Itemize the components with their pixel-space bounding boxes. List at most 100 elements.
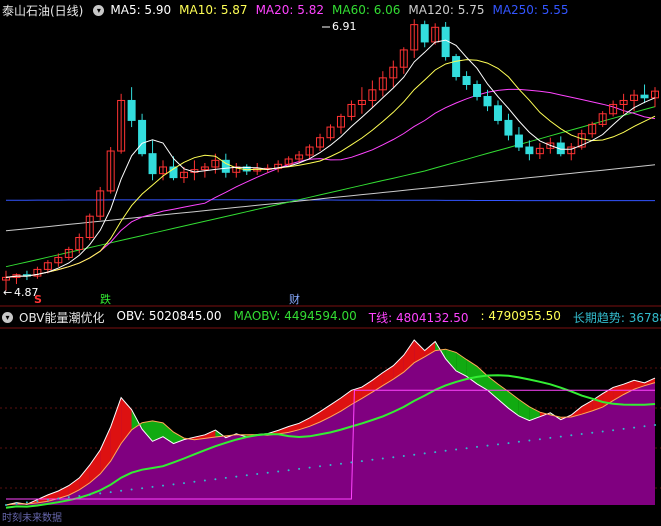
candle (473, 80, 482, 101)
candle (462, 71, 471, 90)
cai-signal-label: 财 (289, 292, 300, 306)
obv-band (173, 432, 184, 444)
obv-band (456, 352, 467, 377)
trend-dot (423, 452, 426, 455)
trend-dot (183, 482, 185, 485)
candle (232, 162, 241, 178)
obv-band (560, 415, 572, 420)
trend-dot (465, 447, 468, 450)
obv-band (529, 406, 540, 421)
candle (514, 127, 523, 152)
trend-dot (88, 493, 91, 496)
candlestick-chart: 6.91 4.87 ← S 跌 财 (0, 19, 661, 307)
obv-band (215, 430, 226, 438)
obv-band (110, 397, 122, 462)
obv-legend-item: : 4790955.50 (480, 308, 561, 323)
candle (619, 93, 628, 114)
candle (263, 164, 272, 173)
trend-dot (455, 448, 458, 451)
trend-dot (235, 475, 238, 478)
obv-band (508, 391, 519, 416)
trend-dot (5, 504, 7, 506)
candle (336, 113, 345, 134)
trend-dot (413, 453, 416, 456)
obv-smooth-line (5, 348, 656, 506)
obv-band (330, 397, 341, 417)
trend-dot (141, 487, 144, 490)
trend-dot (266, 471, 269, 474)
candle (399, 47, 408, 74)
obv-band (372, 372, 383, 393)
obv-band (163, 422, 174, 444)
obv-band (257, 433, 268, 436)
candle (420, 20, 429, 48)
candle (85, 213, 94, 241)
obv-band (309, 411, 320, 427)
obv-band (47, 491, 59, 502)
obv-line (5, 339, 656, 506)
obv-band (194, 434, 205, 440)
candle (148, 140, 157, 181)
candle (117, 93, 126, 154)
obv-band (518, 399, 530, 421)
trend-dot (57, 497, 60, 500)
obv-band (382, 365, 394, 386)
trend-dot (654, 424, 656, 426)
obv-band (288, 423, 300, 433)
obv-band (498, 384, 509, 409)
arrow-icon: ← (3, 286, 12, 299)
obv-band (602, 387, 614, 408)
die-signal-label: 跌 (100, 292, 111, 306)
trend-dot (360, 460, 363, 463)
indicator-settings-icon[interactable]: ▾ (2, 311, 13, 323)
candle (452, 53, 461, 81)
trend-dot (46, 498, 49, 501)
trend-dot (245, 474, 248, 477)
trend-dot (67, 496, 70, 499)
footer-text: 时刻未来数据 (2, 511, 62, 524)
candle (274, 160, 283, 173)
trend-dot (476, 445, 478, 448)
trend-dot (203, 479, 206, 482)
candle (389, 60, 398, 88)
obv-band (100, 426, 111, 474)
trend-dot (162, 484, 164, 487)
trend-dot (538, 438, 541, 441)
trend-dot (329, 464, 332, 466)
candle (640, 84, 649, 104)
indicator-name: OBV能量潮优化 (19, 310, 105, 325)
trend-dot (517, 440, 520, 443)
trend-dot (371, 458, 374, 461)
candle (504, 113, 513, 141)
trend-dot (319, 465, 321, 468)
candle (106, 147, 115, 194)
obv-band (550, 412, 561, 420)
trend-dot (601, 430, 604, 433)
obv-band (26, 499, 38, 505)
obv-band (204, 430, 216, 439)
obv-band (79, 465, 90, 490)
trend-dot (591, 431, 594, 434)
trend-dot (120, 489, 123, 492)
indicator-header: ▾ OBV能量潮优化 OBV: 5020845.00 MAOBV: 4494594… (0, 307, 661, 327)
candle (316, 133, 325, 152)
candle (357, 87, 366, 114)
candle (221, 153, 230, 178)
obv-band (487, 376, 498, 400)
trend-dot (402, 455, 405, 457)
trend-dot (298, 467, 301, 470)
trend-dot (78, 495, 81, 497)
obv-band (403, 340, 415, 373)
trend-dot (392, 456, 395, 459)
obv-band (320, 404, 331, 422)
candle (326, 124, 335, 141)
obv-band (152, 420, 163, 442)
trend-dot (612, 429, 615, 432)
trend-dot (580, 433, 583, 435)
trend-dot (224, 476, 227, 479)
trend-dot (507, 442, 510, 445)
trend-dot (214, 478, 217, 481)
chart-window: { "top_header": { "stock_name": "泰山石油(日线… (0, 0, 661, 526)
ma20-line (5, 88, 656, 278)
obv-band (121, 397, 132, 444)
